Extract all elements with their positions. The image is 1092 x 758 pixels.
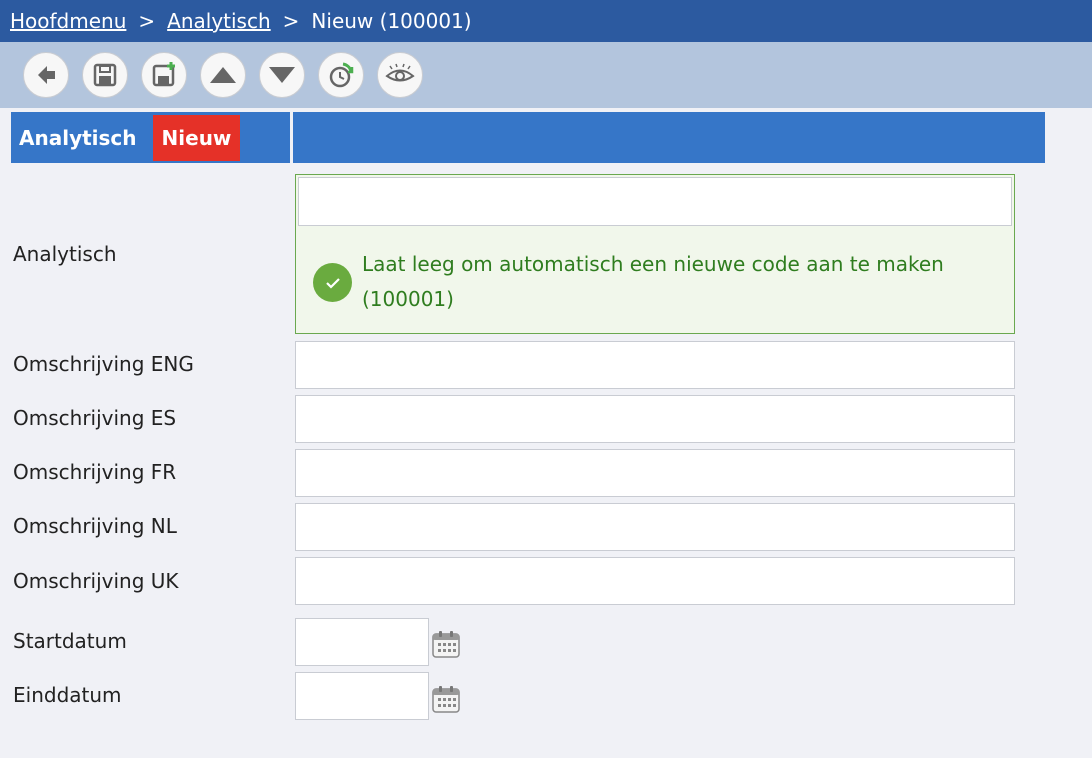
back-button[interactable] [23,52,69,98]
breadcrumb-section-link[interactable]: Analytisch [167,9,271,33]
triangle-up-icon [210,67,236,83]
status-badge: Nieuw [152,114,241,161]
save-new-button[interactable] [141,52,187,98]
omschrijving-nl-label: Omschrijving NL [13,514,177,538]
analytisch-input[interactable] [298,177,1012,226]
calendar-icon[interactable] [431,629,461,659]
omschrijving-fr-input[interactable] [295,449,1015,497]
move-down-button[interactable] [259,52,305,98]
omschrijving-eng-input[interactable] [295,341,1015,389]
save-icon [93,63,117,87]
calendar-icon[interactable] [431,684,461,714]
move-up-button[interactable] [200,52,246,98]
save-new-icon [152,62,175,87]
omschrijving-fr-label: Omschrijving FR [13,460,177,484]
check-icon [313,263,352,302]
section-header: Analytisch Nieuw [11,112,1045,163]
omschrijving-uk-input[interactable] [295,557,1015,605]
omschrijving-es-input[interactable] [295,395,1015,443]
omschrijving-es-label: Omschrijving ES [13,406,177,430]
eye-icon [385,63,415,82]
breadcrumb: Hoofdmenu > Analytisch > Nieuw (100001) [0,0,1092,42]
section-header-left: Analytisch Nieuw [11,112,290,163]
triangle-down-icon [269,67,295,83]
analytisch-label: Analytisch [13,242,117,266]
save-button[interactable] [82,52,128,98]
analytisch-hint-box: Laat leeg om automatisch een nieuwe code… [295,174,1015,334]
breadcrumb-separator: > [138,9,156,33]
breadcrumb-home-link[interactable]: Hoofdmenu [10,9,126,33]
section-title: Analytisch [19,125,137,150]
history-icon [329,62,354,88]
omschrijving-uk-label: Omschrijving UK [13,569,179,593]
analytisch-hint-text: Laat leeg om automatisch een nieuwe code… [362,252,944,311]
back-icon [38,66,55,84]
breadcrumb-current: Nieuw (100001) [311,9,472,33]
einddatum-label: Einddatum [13,683,122,707]
section-header-right [293,112,1045,163]
omschrijving-eng-label: Omschrijving ENG [13,352,194,376]
history-button[interactable] [318,52,364,98]
view-button[interactable] [377,52,423,98]
omschrijving-nl-input[interactable] [295,503,1015,551]
einddatum-input[interactable] [295,672,429,720]
toolbar [0,42,1092,108]
startdatum-input[interactable] [295,618,429,666]
breadcrumb-separator: > [282,9,300,33]
startdatum-label: Startdatum [13,629,127,653]
